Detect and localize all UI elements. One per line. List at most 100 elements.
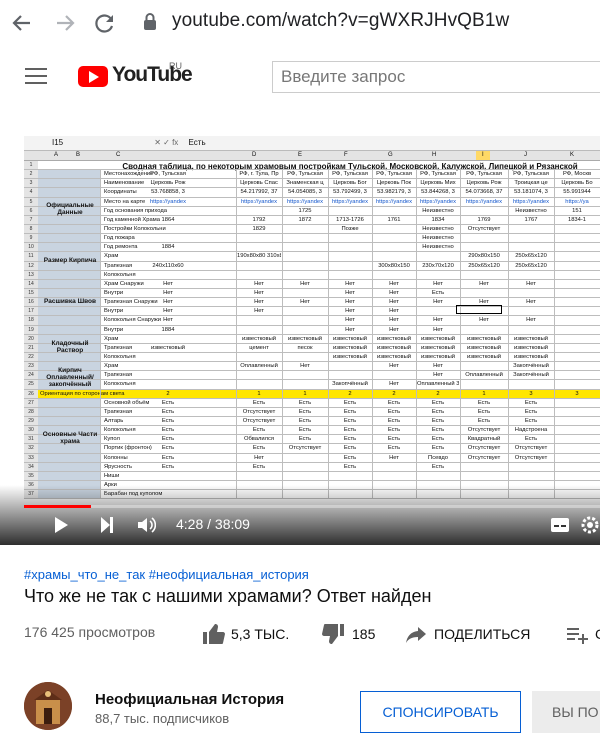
grid-line xyxy=(460,426,461,435)
grid-line xyxy=(460,343,461,352)
channel-avatar[interactable] xyxy=(24,682,72,730)
play-icon[interactable] xyxy=(55,517,68,533)
table-cell: Нет xyxy=(345,308,355,315)
grid-line xyxy=(282,234,283,243)
grid-line xyxy=(282,334,283,343)
reload-icon[interactable] xyxy=(91,9,119,37)
grid-line xyxy=(416,252,417,261)
table-cell: https://yandex xyxy=(375,198,413,205)
grid-line xyxy=(328,206,329,215)
table-cell: 250x65x120 xyxy=(515,262,547,269)
table-row: 29 Алтарь Есть Отсутствует Есть Есть Есть Есть Е… xyxy=(24,416,600,427)
grid-line xyxy=(508,471,509,480)
search-input[interactable]: Введите запрос xyxy=(272,61,600,93)
table-cell: Нет xyxy=(433,299,443,306)
grid-line xyxy=(236,279,237,288)
table-cell: Отсутствует xyxy=(242,408,276,415)
column-letter: A xyxy=(54,152,59,158)
row-number: 3 xyxy=(24,179,38,188)
forward-arrow-icon[interactable] xyxy=(51,9,79,37)
table-cell: известковый xyxy=(242,335,276,342)
table-cell: Нет xyxy=(389,280,399,287)
video-player[interactable]: I15 ✕ ✓ fx Есть ABCDEFGHIJKL Сводная таб… xyxy=(0,108,600,545)
grid-line xyxy=(416,325,417,334)
grid-line xyxy=(460,188,461,197)
table-cell xyxy=(373,271,415,279)
grid-line xyxy=(236,398,237,407)
grid-line xyxy=(328,197,329,206)
table-cell: Есть xyxy=(161,463,175,470)
grid-line xyxy=(282,435,283,444)
grid-line xyxy=(100,170,101,179)
grid-line xyxy=(372,389,373,398)
grid-line xyxy=(282,444,283,453)
grid-line xyxy=(282,170,283,179)
table-row: 11Храм190x80x80 310x80x150290x80x150250x… xyxy=(24,252,600,262)
table-cell xyxy=(237,371,281,379)
hashtags[interactable]: #храмы_что_не_так #неофициальная_история xyxy=(24,567,309,582)
grid-line xyxy=(554,426,555,435)
like-button[interactable]: 5,3 ТЫС. xyxy=(201,622,289,646)
table-row: 34 Ярусность Есть Есть Есть Есть xyxy=(24,462,600,472)
lock-icon[interactable] xyxy=(143,12,157,32)
table-cell xyxy=(237,353,281,361)
table-cell: Нет xyxy=(254,280,264,287)
table-cell: 1 xyxy=(257,390,261,397)
progress-bar[interactable] xyxy=(24,505,600,508)
table-cell: Нет xyxy=(389,454,399,461)
table-cell: 1834-1 xyxy=(567,216,587,223)
grid-line xyxy=(328,288,329,298)
table-cell: 1 xyxy=(303,390,307,397)
table-cell: 250x65x120 xyxy=(468,262,500,269)
grid-line xyxy=(508,224,509,234)
table-cell: Нет xyxy=(254,299,264,306)
subtitles-icon[interactable] xyxy=(550,517,570,533)
grid-line xyxy=(508,334,509,343)
volume-icon[interactable] xyxy=(136,515,157,535)
table-cell: Неизвестно xyxy=(422,225,454,232)
playlist-add-icon xyxy=(567,628,588,644)
next-icon[interactable] xyxy=(101,517,113,533)
grid-line xyxy=(416,270,417,279)
address-bar-url[interactable]: youtube.com/watch?v=gWXRJHvQB1w xyxy=(172,10,509,32)
table-cell: 1 xyxy=(482,390,486,397)
grid-line xyxy=(328,270,329,279)
table-cell: 1872 xyxy=(298,216,312,223)
table-cell xyxy=(417,307,459,315)
table-cell xyxy=(283,454,327,462)
settings-gear-icon[interactable] xyxy=(580,515,600,535)
grid-line xyxy=(236,234,237,243)
table-cell: 1761 xyxy=(387,216,401,223)
back-arrow-icon[interactable] xyxy=(8,9,36,37)
grid-line xyxy=(554,261,555,270)
table-cell xyxy=(555,271,599,279)
grid-line xyxy=(328,279,329,288)
share-button[interactable]: ПОДЕЛИТЬСЯ xyxy=(404,622,530,646)
grid-line xyxy=(282,371,283,380)
table-cell xyxy=(509,472,553,480)
table-cell: Нет xyxy=(389,381,399,388)
table-cell: 54.073668, 37 xyxy=(465,189,503,196)
dislike-button[interactable]: 185 xyxy=(322,622,375,646)
table-cell: https://yandex xyxy=(286,198,324,205)
channel-name[interactable]: Неофициальная История xyxy=(95,691,305,708)
share-icon xyxy=(406,627,426,643)
table-cell xyxy=(237,271,281,279)
table-cell: Отсутствует xyxy=(242,417,276,424)
grid-line xyxy=(416,380,417,389)
row-number: 5 xyxy=(24,197,38,206)
group-cell xyxy=(38,352,100,362)
table-row: 5 Место на карте https://yandex https://yan… xyxy=(24,197,600,207)
subscribed-button[interactable]: ВЫ ПО xyxy=(532,691,600,733)
table-cell: Отсутствует xyxy=(467,445,501,452)
table-row: 7 Год каменной Храма 1864 1792 1872 1713-1726… xyxy=(24,215,600,225)
grid-line xyxy=(328,170,329,179)
row-number: 10 xyxy=(24,243,38,252)
table-cell: Оплавленный 3з xyxy=(417,381,459,388)
grid-line xyxy=(372,462,373,471)
grid-line xyxy=(100,279,101,288)
grid-line xyxy=(236,307,237,316)
save-button[interactable]: С xyxy=(565,622,600,646)
hamburger-menu-icon[interactable] xyxy=(25,68,47,86)
sponsor-button[interactable]: СПОНСИРОВАТЬ xyxy=(360,691,521,733)
